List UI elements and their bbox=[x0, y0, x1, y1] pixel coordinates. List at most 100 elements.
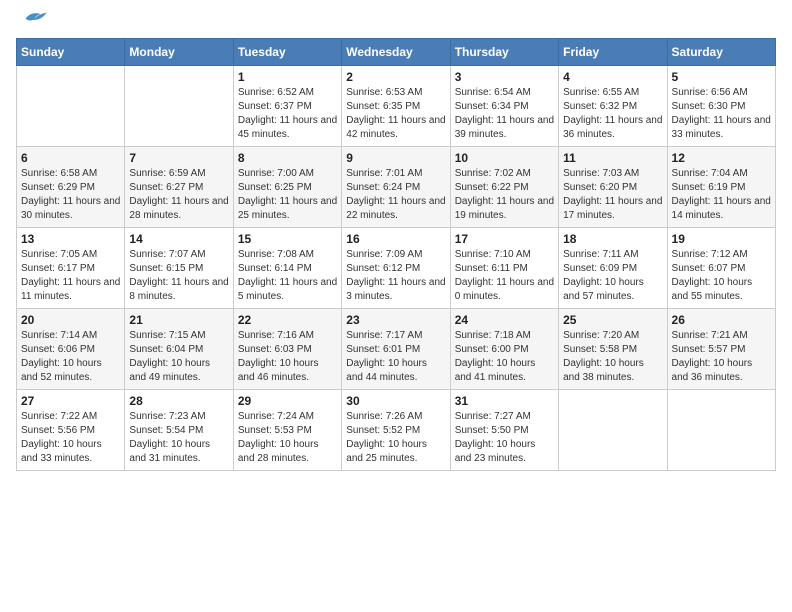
day-number: 3 bbox=[455, 70, 554, 84]
calendar-cell: 23Sunrise: 7:17 AM Sunset: 6:01 PM Dayli… bbox=[342, 309, 450, 390]
day-number: 6 bbox=[21, 151, 120, 165]
calendar-cell: 14 Sunrise: 7:07 AM Sunset: 6:15 PM Dayli… bbox=[125, 228, 233, 309]
day-info: Sunrise: 7:02 AM Sunset: 6:22 PM Dayligh… bbox=[455, 167, 554, 223]
calendar-cell: 9 Sunrise: 7:01 AM Sunset: 6:24 PM Daylig… bbox=[342, 147, 450, 228]
calendar-cell: 4Sunrise: 6:55 AM Sunset: 6:32 PM Daylig… bbox=[559, 66, 667, 147]
weekday-header-saturday: Saturday bbox=[667, 39, 775, 66]
day-number: 7 bbox=[129, 151, 228, 165]
day-info: Sunrise: 7:01 AM Sunset: 6:24 PM Dayligh… bbox=[346, 167, 445, 223]
day-info: Sunrise: 7:03 AM Sunset: 6:20 PM Dayligh… bbox=[563, 167, 662, 223]
day-number: 13 bbox=[21, 232, 120, 246]
day-number: 4 bbox=[563, 70, 662, 84]
calendar-cell: 24 Sunrise: 7:18 AM Sunset: 6:00 PM Dayli… bbox=[450, 309, 558, 390]
calendar-cell: 6 Sunrise: 6:58 AM Sunset: 6:29 PM Daylig… bbox=[17, 147, 125, 228]
logo-bird-icon bbox=[18, 8, 48, 26]
calendar-cell: 7Sunrise: 6:59 AM Sunset: 6:27 PM Daylig… bbox=[125, 147, 233, 228]
calendar-table: SundayMondayTuesdayWednesdayThursdayFrid… bbox=[16, 38, 776, 471]
day-number: 23 bbox=[346, 313, 445, 327]
calendar-week-3: 13Sunrise: 7:05 AM Sunset: 6:17 PM Dayli… bbox=[17, 228, 776, 309]
calendar-week-4: 20 Sunrise: 7:14 AM Sunset: 6:06 PM Dayli… bbox=[17, 309, 776, 390]
calendar-cell: 22 Sunrise: 7:16 AM Sunset: 6:03 PM Dayli… bbox=[233, 309, 341, 390]
weekday-header-tuesday: Tuesday bbox=[233, 39, 341, 66]
day-info: Sunrise: 7:21 AM Sunset: 5:57 PM Dayligh… bbox=[672, 329, 771, 385]
day-number: 9 bbox=[346, 151, 445, 165]
day-info: Sunrise: 7:10 AM Sunset: 6:11 PM Dayligh… bbox=[455, 248, 554, 304]
day-info: Sunrise: 7:07 AM Sunset: 6:15 PM Dayligh… bbox=[129, 248, 228, 304]
day-info: Sunrise: 6:58 AM Sunset: 6:29 PM Dayligh… bbox=[21, 167, 120, 223]
day-number: 11 bbox=[563, 151, 662, 165]
calendar-cell: 18Sunrise: 7:11 AM Sunset: 6:09 PM Dayli… bbox=[559, 228, 667, 309]
weekday-header-thursday: Thursday bbox=[450, 39, 558, 66]
calendar-cell: 16 Sunrise: 7:09 AM Sunset: 6:12 PM Dayli… bbox=[342, 228, 450, 309]
calendar-cell: 13Sunrise: 7:05 AM Sunset: 6:17 PM Dayli… bbox=[17, 228, 125, 309]
calendar-cell: 28 Sunrise: 7:23 AM Sunset: 5:54 PM Dayli… bbox=[125, 390, 233, 471]
calendar-cell: 15 Sunrise: 7:08 AM Sunset: 6:14 PM Dayli… bbox=[233, 228, 341, 309]
day-info: Sunrise: 7:15 AM Sunset: 6:04 PM Dayligh… bbox=[129, 329, 228, 385]
day-info: Sunrise: 7:26 AM Sunset: 5:52 PM Dayligh… bbox=[346, 410, 445, 466]
day-number: 20 bbox=[21, 313, 120, 327]
day-number: 12 bbox=[672, 151, 771, 165]
day-info: Sunrise: 7:23 AM Sunset: 5:54 PM Dayligh… bbox=[129, 410, 228, 466]
day-number: 30 bbox=[346, 394, 445, 408]
day-info: Sunrise: 7:04 AM Sunset: 6:19 PM Dayligh… bbox=[672, 167, 771, 223]
day-number: 27 bbox=[21, 394, 120, 408]
calendar-week-2: 6 Sunrise: 6:58 AM Sunset: 6:29 PM Daylig… bbox=[17, 147, 776, 228]
calendar-cell: 25 Sunrise: 7:20 AM Sunset: 5:58 PM Dayli… bbox=[559, 309, 667, 390]
day-number: 19 bbox=[672, 232, 771, 246]
calendar-cell: 2 Sunrise: 6:53 AM Sunset: 6:35 PM Daylig… bbox=[342, 66, 450, 147]
calendar-cell: 17 Sunrise: 7:10 AM Sunset: 6:11 PM Dayli… bbox=[450, 228, 558, 309]
weekday-header-monday: Monday bbox=[125, 39, 233, 66]
day-number: 10 bbox=[455, 151, 554, 165]
calendar-week-1: 1Sunrise: 6:52 AM Sunset: 6:37 PM Daylig… bbox=[17, 66, 776, 147]
day-info: Sunrise: 7:18 AM Sunset: 6:00 PM Dayligh… bbox=[455, 329, 554, 385]
day-info: Sunrise: 7:24 AM Sunset: 5:53 PM Dayligh… bbox=[238, 410, 337, 466]
day-info: Sunrise: 7:00 AM Sunset: 6:25 PM Dayligh… bbox=[238, 167, 337, 223]
calendar-cell bbox=[667, 390, 775, 471]
calendar-cell bbox=[559, 390, 667, 471]
calendar-cell: 3 Sunrise: 6:54 AM Sunset: 6:34 PM Daylig… bbox=[450, 66, 558, 147]
day-number: 21 bbox=[129, 313, 228, 327]
logo bbox=[16, 16, 48, 26]
day-number: 31 bbox=[455, 394, 554, 408]
day-number: 17 bbox=[455, 232, 554, 246]
day-info: Sunrise: 6:56 AM Sunset: 6:30 PM Dayligh… bbox=[672, 86, 771, 142]
calendar-cell: 21 Sunrise: 7:15 AM Sunset: 6:04 PM Dayli… bbox=[125, 309, 233, 390]
calendar-cell: 29 Sunrise: 7:24 AM Sunset: 5:53 PM Dayli… bbox=[233, 390, 341, 471]
calendar-cell: 31Sunrise: 7:27 AM Sunset: 5:50 PM Dayli… bbox=[450, 390, 558, 471]
calendar-cell: 27 Sunrise: 7:22 AM Sunset: 5:56 PM Dayli… bbox=[17, 390, 125, 471]
day-number: 24 bbox=[455, 313, 554, 327]
day-number: 5 bbox=[672, 70, 771, 84]
calendar-cell: 8 Sunrise: 7:00 AM Sunset: 6:25 PM Daylig… bbox=[233, 147, 341, 228]
day-number: 29 bbox=[238, 394, 337, 408]
weekday-header-wednesday: Wednesday bbox=[342, 39, 450, 66]
day-info: Sunrise: 7:16 AM Sunset: 6:03 PM Dayligh… bbox=[238, 329, 337, 385]
day-info: Sunrise: 7:09 AM Sunset: 6:12 PM Dayligh… bbox=[346, 248, 445, 304]
day-number: 16 bbox=[346, 232, 445, 246]
day-info: Sunrise: 6:54 AM Sunset: 6:34 PM Dayligh… bbox=[455, 86, 554, 142]
day-info: Sunrise: 7:14 AM Sunset: 6:06 PM Dayligh… bbox=[21, 329, 120, 385]
day-number: 28 bbox=[129, 394, 228, 408]
day-number: 15 bbox=[238, 232, 337, 246]
calendar-cell: 1Sunrise: 6:52 AM Sunset: 6:37 PM Daylig… bbox=[233, 66, 341, 147]
calendar-cell: 5 Sunrise: 6:56 AM Sunset: 6:30 PM Daylig… bbox=[667, 66, 775, 147]
day-number: 2 bbox=[346, 70, 445, 84]
calendar-cell: 30 Sunrise: 7:26 AM Sunset: 5:52 PM Dayli… bbox=[342, 390, 450, 471]
weekday-header-sunday: Sunday bbox=[17, 39, 125, 66]
day-info: Sunrise: 7:20 AM Sunset: 5:58 PM Dayligh… bbox=[563, 329, 662, 385]
calendar-cell: 12 Sunrise: 7:04 AM Sunset: 6:19 PM Dayli… bbox=[667, 147, 775, 228]
calendar-cell bbox=[125, 66, 233, 147]
weekday-header-friday: Friday bbox=[559, 39, 667, 66]
page-header bbox=[16, 16, 776, 26]
day-number: 1 bbox=[238, 70, 337, 84]
day-info: Sunrise: 7:22 AM Sunset: 5:56 PM Dayligh… bbox=[21, 410, 120, 466]
day-number: 8 bbox=[238, 151, 337, 165]
day-info: Sunrise: 7:08 AM Sunset: 6:14 PM Dayligh… bbox=[238, 248, 337, 304]
day-info: Sunrise: 6:53 AM Sunset: 6:35 PM Dayligh… bbox=[346, 86, 445, 142]
day-number: 14 bbox=[129, 232, 228, 246]
calendar-cell: 11 Sunrise: 7:03 AM Sunset: 6:20 PM Dayli… bbox=[559, 147, 667, 228]
day-info: Sunrise: 7:11 AM Sunset: 6:09 PM Dayligh… bbox=[563, 248, 662, 304]
calendar-cell: 10 Sunrise: 7:02 AM Sunset: 6:22 PM Dayli… bbox=[450, 147, 558, 228]
day-number: 22 bbox=[238, 313, 337, 327]
calendar-cell: 19Sunrise: 7:12 AM Sunset: 6:07 PM Dayli… bbox=[667, 228, 775, 309]
day-number: 25 bbox=[563, 313, 662, 327]
